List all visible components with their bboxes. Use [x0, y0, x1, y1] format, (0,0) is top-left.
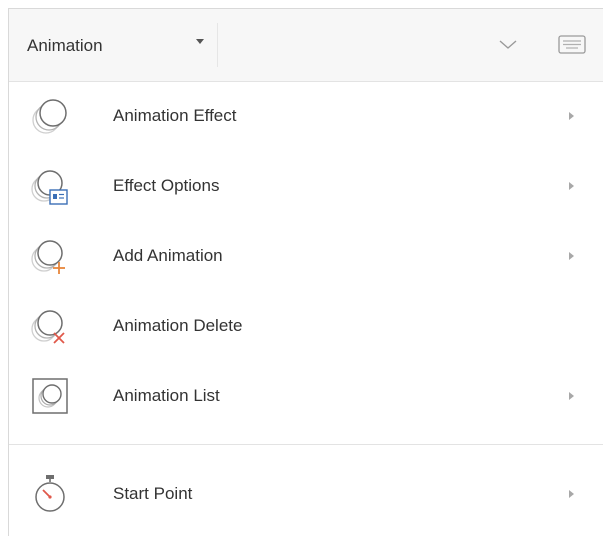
menu-item-label: Animation Delete — [113, 316, 243, 335]
menu-item-add-animation[interactable]: Add Animation — [9, 221, 603, 291]
header-divider — [217, 23, 218, 67]
menu-item-label: Animation Effect — [113, 106, 237, 125]
caret-down-icon — [196, 39, 204, 44]
animation-list-icon — [32, 378, 68, 414]
stopwatch-icon — [35, 475, 65, 512]
animation-dropdown[interactable]: Animation — [9, 9, 217, 81]
panel-header: Animation — [9, 9, 603, 82]
chevron-right-icon — [569, 112, 574, 120]
menu-item-label: Start Point — [113, 484, 193, 503]
add-animation-icon — [31, 240, 65, 274]
animation-delete-icon — [31, 310, 65, 344]
effect-options-icon — [31, 170, 68, 205]
menu-item-start-point[interactable]: Start Point — [9, 459, 603, 529]
section-divider — [9, 444, 603, 445]
dropdown-label: Animation — [27, 36, 103, 55]
chevron-right-icon — [569, 182, 574, 190]
chevron-down-icon — [499, 40, 517, 49]
animation-panel: Animation Animation Effect Effect Option… — [8, 8, 603, 536]
menu-item-label: Add Animation — [113, 246, 223, 265]
chevron-right-icon — [569, 252, 574, 260]
animation-effect-icon — [32, 99, 67, 134]
menu-item-label: Animation List — [113, 386, 220, 405]
menu-item-label: Effect Options — [113, 176, 220, 195]
collapse-button[interactable] — [495, 33, 521, 57]
keyboard-icon — [558, 35, 586, 54]
chevron-right-icon — [569, 392, 574, 400]
chevron-right-icon — [569, 490, 574, 498]
menu-item-animation-list[interactable]: Animation List — [9, 361, 603, 431]
menu-item-animation-delete[interactable]: Animation Delete — [9, 291, 603, 361]
keyboard-button[interactable] — [557, 33, 587, 57]
menu-item-effect-options[interactable]: Effect Options — [9, 151, 603, 221]
menu-item-animation-effect[interactable]: Animation Effect — [9, 81, 603, 151]
